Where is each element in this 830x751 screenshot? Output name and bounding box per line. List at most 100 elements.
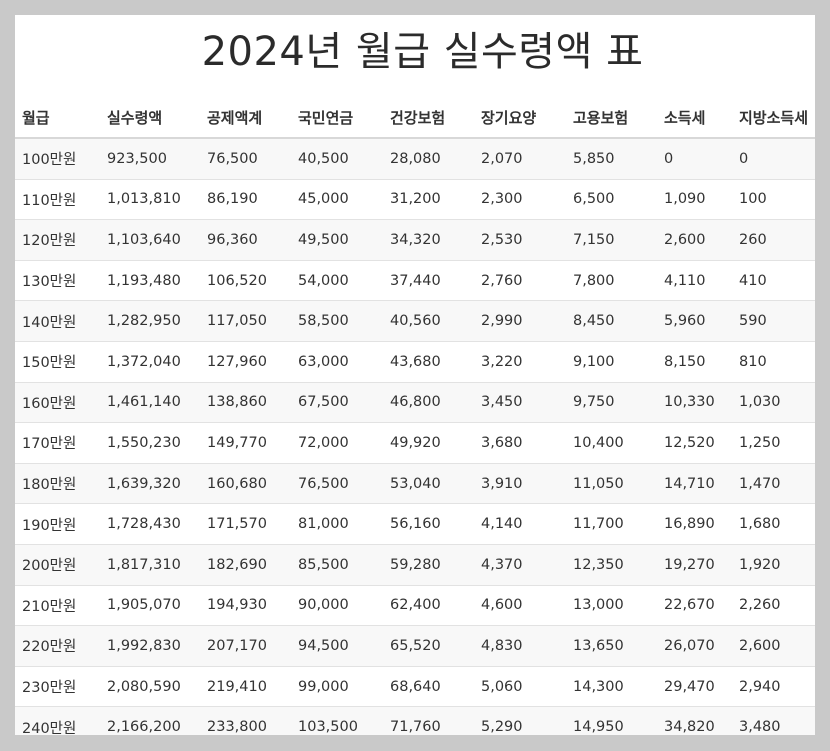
cell-net-pay: 1,103,640 (100, 219, 200, 261)
table-header-row: 월급 실수령액 공제액계 국민연금 건강보험 장기요양 고용보험 소득세 지방소… (15, 97, 815, 139)
cell-salary: 170만원 (15, 422, 100, 464)
cell-salary: 220만원 (15, 625, 100, 667)
cell-employment-insurance: 12,350 (566, 544, 657, 586)
salary-panel: 2024년 월급 실수령액 표 월급 실수령액 공제액계 국민연금 건강보험 장… (15, 15, 815, 735)
cell-long-term-care: 4,370 (474, 544, 566, 586)
cell-health-insurance: 31,200 (383, 179, 474, 221)
salary-table: 월급 실수령액 공제액계 국민연금 건강보험 장기요양 고용보험 소득세 지방소… (15, 97, 815, 735)
cell-income-tax: 16,890 (657, 503, 732, 545)
header-long-term-care: 장기요양 (474, 97, 566, 139)
cell-national-pension: 85,500 (291, 544, 383, 586)
cell-net-pay: 1,728,430 (100, 503, 200, 545)
cell-salary: 190만원 (15, 503, 100, 545)
cell-total-deduction: 207,170 (200, 625, 291, 667)
cell-net-pay: 923,500 (100, 138, 200, 180)
cell-net-pay: 1,550,230 (100, 422, 200, 464)
cell-long-term-care: 4,140 (474, 503, 566, 545)
cell-national-pension: 90,000 (291, 585, 383, 627)
cell-salary: 160만원 (15, 382, 100, 424)
cell-local-income-tax: 260 (732, 219, 815, 261)
cell-net-pay: 1,905,070 (100, 585, 200, 627)
cell-income-tax: 19,270 (657, 544, 732, 586)
header-employment-insurance: 고용보험 (566, 97, 657, 139)
cell-national-pension: 94,500 (291, 625, 383, 667)
cell-net-pay: 1,372,040 (100, 341, 200, 383)
cell-income-tax: 0 (657, 138, 732, 180)
cell-employment-insurance: 8,450 (566, 300, 657, 342)
cell-net-pay: 1,817,310 (100, 544, 200, 586)
cell-long-term-care: 3,220 (474, 341, 566, 383)
cell-income-tax: 26,070 (657, 625, 732, 667)
cell-national-pension: 72,000 (291, 422, 383, 464)
cell-salary: 150만원 (15, 341, 100, 383)
cell-employment-insurance: 13,000 (566, 585, 657, 627)
cell-total-deduction: 149,770 (200, 422, 291, 464)
header-net-pay: 실수령액 (100, 97, 200, 139)
cell-employment-insurance: 6,500 (566, 179, 657, 221)
cell-employment-insurance: 7,150 (566, 219, 657, 261)
cell-income-tax: 5,960 (657, 300, 732, 342)
cell-income-tax: 1,090 (657, 179, 732, 221)
table-row: 100만원 923,500 76,500 40,500 28,080 2,070 5,850… (15, 138, 815, 180)
cell-local-income-tax: 100 (732, 179, 815, 221)
cell-national-pension: 40,500 (291, 138, 383, 180)
table-row: 220만원 1,992,830 207,170 94,500 65,520 4,830 13… (15, 625, 815, 667)
cell-total-deduction: 219,410 (200, 666, 291, 708)
cell-total-deduction: 160,680 (200, 463, 291, 505)
cell-national-pension: 103,500 (291, 706, 383, 735)
cell-total-deduction: 117,050 (200, 300, 291, 342)
cell-salary: 200만원 (15, 544, 100, 586)
table-row: 150만원 1,372,040 127,960 63,000 43,680 3,220 9,… (15, 341, 815, 383)
cell-employment-insurance: 10,400 (566, 422, 657, 464)
cell-national-pension: 49,500 (291, 219, 383, 261)
cell-local-income-tax: 1,920 (732, 544, 815, 586)
cell-national-pension: 63,000 (291, 341, 383, 383)
cell-local-income-tax: 0 (732, 138, 815, 180)
header-total-deduction: 공제액계 (200, 97, 291, 139)
cell-local-income-tax: 2,940 (732, 666, 815, 708)
cell-long-term-care: 2,760 (474, 260, 566, 302)
cell-total-deduction: 127,960 (200, 341, 291, 383)
cell-net-pay: 2,080,590 (100, 666, 200, 708)
cell-long-term-care: 3,450 (474, 382, 566, 424)
cell-net-pay: 1,639,320 (100, 463, 200, 505)
cell-income-tax: 14,710 (657, 463, 732, 505)
header-income-tax: 소득세 (657, 97, 732, 139)
cell-net-pay: 1,282,950 (100, 300, 200, 342)
cell-salary: 230만원 (15, 666, 100, 708)
cell-total-deduction: 106,520 (200, 260, 291, 302)
cell-employment-insurance: 9,100 (566, 341, 657, 383)
cell-income-tax: 10,330 (657, 382, 732, 424)
cell-net-pay: 1,193,480 (100, 260, 200, 302)
cell-employment-insurance: 9,750 (566, 382, 657, 424)
cell-health-insurance: 43,680 (383, 341, 474, 383)
cell-local-income-tax: 590 (732, 300, 815, 342)
cell-long-term-care: 4,830 (474, 625, 566, 667)
cell-salary: 210만원 (15, 585, 100, 627)
cell-local-income-tax: 2,260 (732, 585, 815, 627)
cell-total-deduction: 96,360 (200, 219, 291, 261)
cell-total-deduction: 76,500 (200, 138, 291, 180)
cell-local-income-tax: 410 (732, 260, 815, 302)
cell-long-term-care: 4,600 (474, 585, 566, 627)
cell-income-tax: 34,820 (657, 706, 732, 735)
table-row: 120만원 1,103,640 96,360 49,500 34,320 2,530 7,1… (15, 219, 815, 261)
cell-local-income-tax: 2,600 (732, 625, 815, 667)
cell-health-insurance: 34,320 (383, 219, 474, 261)
header-national-pension: 국민연금 (291, 97, 383, 139)
cell-employment-insurance: 13,650 (566, 625, 657, 667)
cell-health-insurance: 59,280 (383, 544, 474, 586)
cell-total-deduction: 194,930 (200, 585, 291, 627)
cell-national-pension: 76,500 (291, 463, 383, 505)
cell-long-term-care: 3,680 (474, 422, 566, 464)
cell-salary: 140만원 (15, 300, 100, 342)
cell-health-insurance: 65,520 (383, 625, 474, 667)
cell-total-deduction: 138,860 (200, 382, 291, 424)
table-row: 170만원 1,550,230 149,770 72,000 49,920 3,680 10… (15, 422, 815, 464)
cell-health-insurance: 62,400 (383, 585, 474, 627)
cell-income-tax: 8,150 (657, 341, 732, 383)
cell-employment-insurance: 5,850 (566, 138, 657, 180)
cell-health-insurance: 53,040 (383, 463, 474, 505)
cell-local-income-tax: 3,480 (732, 706, 815, 735)
table-row: 230만원 2,080,590 219,410 99,000 68,640 5,060 14… (15, 666, 815, 708)
